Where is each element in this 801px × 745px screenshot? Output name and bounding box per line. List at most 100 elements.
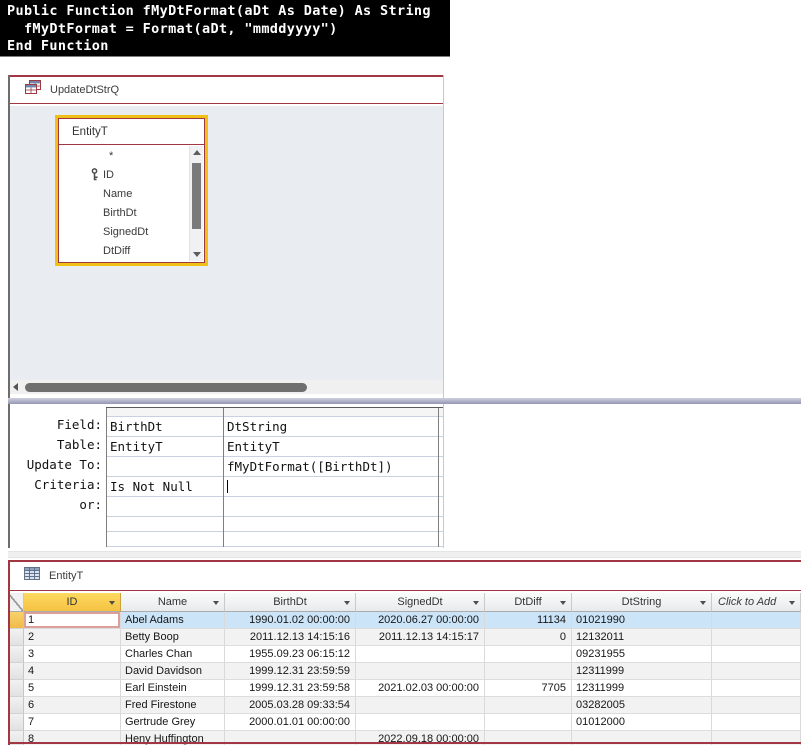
datasheet-cell[interactable]: 5 xyxy=(24,680,121,697)
datasheet-cell[interactable]: 2020.06.27 00:00:00 xyxy=(356,612,485,629)
field-list-item-signeddt[interactable]: SignedDt xyxy=(59,222,188,241)
column-dropdown-icon[interactable] xyxy=(700,601,706,605)
column-dropdown-icon[interactable] xyxy=(789,601,795,605)
datasheet-cell[interactable] xyxy=(356,663,485,680)
row-selector[interactable] xyxy=(8,646,24,663)
datasheet-cell-empty[interactable] xyxy=(712,612,801,629)
datasheet-cell[interactable]: 1990.01.02 00:00:00 xyxy=(225,612,356,629)
field-list-item-birthdt[interactable]: BirthDt xyxy=(59,203,188,222)
datasheet-cell[interactable]: 01012000 xyxy=(572,714,712,731)
column-dropdown-icon[interactable] xyxy=(560,601,566,605)
datasheet-cell[interactable]: Fred Firestone xyxy=(121,697,225,714)
field-list[interactable]: EntityT * ID Name BirthDt SignedDt DtDiff xyxy=(55,115,208,266)
column-header-dtdiff[interactable]: DtDiff xyxy=(485,593,572,612)
datasheet-cell[interactable]: 6 xyxy=(24,697,121,714)
datasheet-cell[interactable]: 7705 xyxy=(485,680,572,697)
qbe-cell-criteria[interactable] xyxy=(224,477,438,497)
scroll-up-icon[interactable] xyxy=(192,146,201,159)
field-list-scrollbar[interactable] xyxy=(189,146,203,261)
datasheet-cell[interactable]: 2011.12.13 14:15:17 xyxy=(356,629,485,646)
datasheet-cell[interactable]: 2021.02.03 00:00:00 xyxy=(356,680,485,697)
scroll-left-icon[interactable] xyxy=(13,383,18,391)
datasheet-cell[interactable]: David Davidson xyxy=(121,663,225,680)
pane-splitter[interactable] xyxy=(8,398,801,404)
row-selector[interactable] xyxy=(8,629,24,646)
datasheet-cell[interactable]: 09231955 xyxy=(572,646,712,663)
datasheet-cell[interactable] xyxy=(356,697,485,714)
datasheet-cell-empty[interactable] xyxy=(712,714,801,731)
datasheet-cell[interactable]: 2005.03.28 09:33:54 xyxy=(225,697,356,714)
datasheet-cell[interactable]: 12311999 xyxy=(572,680,712,697)
select-all-cell[interactable] xyxy=(8,593,24,612)
scroll-down-icon[interactable] xyxy=(192,248,201,261)
datasheet-cell[interactable]: Betty Boop xyxy=(121,629,225,646)
qbe-cell-update_to[interactable]: fMyDtFormat([BirthDt]) xyxy=(224,457,438,477)
datasheet-cell[interactable] xyxy=(356,646,485,663)
qbe-cell-criteria[interactable]: Is Not Null xyxy=(107,477,223,497)
row-selector[interactable] xyxy=(8,663,24,680)
datasheet-tab[interactable]: EntityT xyxy=(8,562,801,591)
datasheet-cell[interactable]: 0 xyxy=(485,629,572,646)
row-selector[interactable] xyxy=(8,680,24,697)
qbe-cell-table[interactable]: EntityT xyxy=(224,437,438,457)
column-header-add[interactable]: Click to Add xyxy=(712,593,801,612)
code-editor[interactable]: Public Function fMyDtFormat(aDt As Date)… xyxy=(0,0,450,57)
horizontal-scrollbar[interactable] xyxy=(10,380,443,394)
datasheet-cell[interactable] xyxy=(485,697,572,714)
datasheet-cell[interactable]: 11134 xyxy=(485,612,572,629)
datasheet-cell[interactable]: 1955.09.23 06:15:12 xyxy=(225,646,356,663)
qbe-cell-or[interactable] xyxy=(107,497,223,517)
qbe-cell-or[interactable] xyxy=(224,497,438,517)
datasheet-cell[interactable]: 2011.12.13 14:15:16 xyxy=(225,629,356,646)
datasheet-cell[interactable]: 12311999 xyxy=(572,663,712,680)
field-list-item-star[interactable]: * xyxy=(59,146,188,165)
datasheet-cell-empty[interactable] xyxy=(712,697,801,714)
column-header-name[interactable]: Name xyxy=(121,593,225,612)
column-dropdown-icon[interactable] xyxy=(344,601,350,605)
row-selector[interactable] xyxy=(8,612,24,629)
field-list-item-dtdiff[interactable]: DtDiff xyxy=(59,241,188,260)
datasheet-cell[interactable] xyxy=(485,714,572,731)
qbe-cell-empty[interactable] xyxy=(224,517,438,532)
datasheet-cell[interactable]: Charles Chan xyxy=(121,646,225,663)
datasheet-cell[interactable]: 4 xyxy=(24,663,121,680)
datasheet-cell[interactable]: 12132011 xyxy=(572,629,712,646)
qbe-cell-empty[interactable] xyxy=(107,517,223,532)
scrollbar-thumb[interactable] xyxy=(25,382,307,392)
qbe-cell-empty[interactable] xyxy=(107,532,223,547)
column-header-id[interactable]: ID xyxy=(24,593,121,612)
qbe-cell-field[interactable]: DtString xyxy=(224,417,438,437)
datasheet-cell[interactable]: 1 xyxy=(24,612,121,629)
column-header-signeddt[interactable]: SignedDt xyxy=(356,593,485,612)
datasheet-cell[interactable]: 7 xyxy=(24,714,121,731)
datasheet-cell[interactable] xyxy=(485,646,572,663)
datasheet-cell[interactable]: 01021990 xyxy=(572,612,712,629)
field-list-title[interactable]: EntityT xyxy=(59,119,204,145)
column-header-dtstring[interactable]: DtString xyxy=(572,593,712,612)
datasheet-cell[interactable] xyxy=(356,714,485,731)
field-list-item-name[interactable]: Name xyxy=(59,184,188,203)
datasheet-cell[interactable]: 2 xyxy=(24,629,121,646)
datasheet-cell-empty[interactable] xyxy=(712,646,801,663)
qbe-cell-update_to[interactable] xyxy=(107,457,223,477)
datasheet-cell[interactable]: 03282005 xyxy=(572,697,712,714)
datasheet-cell-empty[interactable] xyxy=(712,663,801,680)
column-dropdown-icon[interactable] xyxy=(473,601,479,605)
datasheet-cell[interactable]: Abel Adams xyxy=(121,612,225,629)
qbe-cell-empty[interactable] xyxy=(224,532,438,547)
datasheet-cell[interactable] xyxy=(485,663,572,680)
datasheet-cell[interactable]: 1999.12.31 23:59:58 xyxy=(225,680,356,697)
column-dropdown-icon[interactable] xyxy=(109,601,115,605)
datasheet-cell[interactable]: Gertrude Grey xyxy=(121,714,225,731)
datasheet-cell[interactable]: Earl Einstein xyxy=(121,680,225,697)
datasheet-cell-empty[interactable] xyxy=(712,629,801,646)
datasheet-cell[interactable]: 2000.01.01 00:00:00 xyxy=(225,714,356,731)
datasheet-cell[interactable]: 3 xyxy=(24,646,121,663)
scrollbar-thumb[interactable] xyxy=(192,163,201,229)
scrollbar-track[interactable] xyxy=(190,159,203,248)
row-selector[interactable] xyxy=(8,714,24,731)
datasheet-cell[interactable]: 1999.12.31 23:59:59 xyxy=(225,663,356,680)
query-tab[interactable]: UpdateDtStrQ xyxy=(8,77,444,104)
qbe-column-selector[interactable] xyxy=(224,408,438,417)
column-header-birthdt[interactable]: BirthDt xyxy=(225,593,356,612)
